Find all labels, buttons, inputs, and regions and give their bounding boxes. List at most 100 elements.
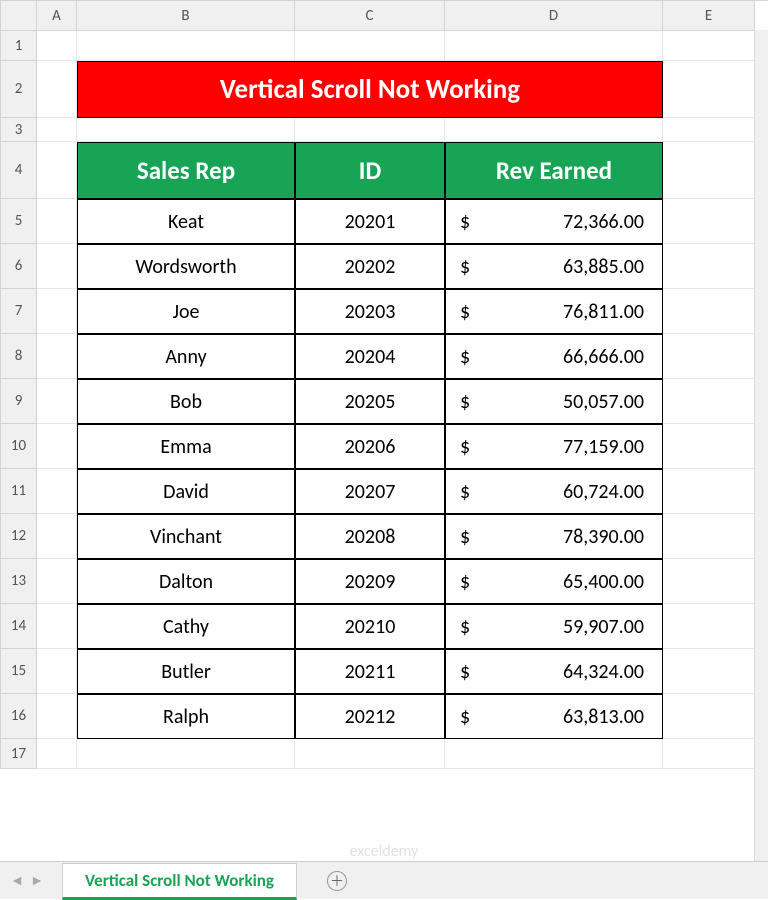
cell[interactable] — [37, 244, 77, 289]
cell[interactable] — [663, 199, 755, 244]
cell[interactable] — [37, 739, 77, 769]
cell-rep[interactable]: Emma — [77, 424, 295, 469]
cell-rev[interactable]: $65,400.00 — [445, 559, 663, 604]
row-header[interactable]: 2 — [1, 61, 37, 118]
cell[interactable] — [37, 334, 77, 379]
cell[interactable] — [37, 61, 77, 118]
cell-rev[interactable]: $63,885.00 — [445, 244, 663, 289]
cell[interactable] — [37, 289, 77, 334]
cell-id[interactable]: 20210 — [295, 604, 445, 649]
cell-rev[interactable]: $59,907.00 — [445, 604, 663, 649]
cell-rev[interactable]: $77,159.00 — [445, 424, 663, 469]
cell-id[interactable]: 20209 — [295, 559, 445, 604]
nav-prev-icon[interactable]: ◄ — [10, 872, 24, 889]
column-header[interactable]: A — [37, 1, 77, 31]
column-header[interactable]: C — [295, 1, 445, 31]
row-header[interactable]: 3 — [1, 118, 37, 142]
row-header[interactable]: 9 — [1, 379, 37, 424]
cell[interactable] — [77, 739, 295, 769]
cell-rev[interactable]: $72,366.00 — [445, 199, 663, 244]
cell-rep[interactable]: Anny — [77, 334, 295, 379]
select-all-corner[interactable] — [1, 1, 37, 31]
row-header[interactable]: 1 — [1, 31, 37, 61]
cell[interactable] — [37, 118, 77, 142]
cell-rep[interactable]: David — [77, 469, 295, 514]
cell[interactable] — [37, 424, 77, 469]
cell[interactable] — [663, 604, 755, 649]
cell-rep[interactable]: Dalton — [77, 559, 295, 604]
column-header[interactable]: E — [663, 1, 755, 31]
cell[interactable] — [37, 199, 77, 244]
cell[interactable] — [37, 649, 77, 694]
cell[interactable] — [663, 379, 755, 424]
nav-next-icon[interactable]: ► — [30, 872, 44, 889]
cell-id[interactable]: 20212 — [295, 694, 445, 739]
cell-rep[interactable]: Vinchant — [77, 514, 295, 559]
cell[interactable] — [663, 289, 755, 334]
cell-rep[interactable]: Cathy — [77, 604, 295, 649]
cell[interactable] — [663, 469, 755, 514]
cell-id[interactable]: 20204 — [295, 334, 445, 379]
row-header[interactable]: 10 — [1, 424, 37, 469]
cell[interactable] — [37, 379, 77, 424]
cell-rev[interactable]: $50,057.00 — [445, 379, 663, 424]
cell[interactable] — [445, 31, 663, 61]
row-header[interactable]: 13 — [1, 559, 37, 604]
row-header[interactable]: 7 — [1, 289, 37, 334]
cell[interactable] — [663, 244, 755, 289]
spreadsheet-grid[interactable]: ABCDE12Vertical Scroll Not Working34Sale… — [0, 0, 768, 769]
cell-rev[interactable]: $63,813.00 — [445, 694, 663, 739]
cell[interactable] — [295, 739, 445, 769]
row-header[interactable]: 8 — [1, 334, 37, 379]
cell-rev[interactable]: $66,666.00 — [445, 334, 663, 379]
cell[interactable] — [663, 61, 755, 118]
cell[interactable] — [37, 469, 77, 514]
cell[interactable] — [37, 604, 77, 649]
row-header[interactable]: 4 — [1, 142, 37, 199]
cell[interactable] — [663, 424, 755, 469]
cell-rev[interactable]: $76,811.00 — [445, 289, 663, 334]
cell[interactable] — [77, 118, 295, 142]
cell-id[interactable]: 20206 — [295, 424, 445, 469]
cell[interactable] — [37, 31, 77, 61]
cell[interactable] — [663, 118, 755, 142]
cell[interactable] — [37, 142, 77, 199]
cell-rep[interactable]: Joe — [77, 289, 295, 334]
row-header[interactable]: 15 — [1, 649, 37, 694]
cell-id[interactable]: 20202 — [295, 244, 445, 289]
cell-rep[interactable]: Butler — [77, 649, 295, 694]
vertical-scrollbar[interactable] — [754, 30, 768, 861]
cell[interactable] — [663, 649, 755, 694]
row-header[interactable]: 17 — [1, 739, 37, 769]
cell-id[interactable]: 20201 — [295, 199, 445, 244]
cell[interactable] — [445, 739, 663, 769]
cell[interactable] — [663, 514, 755, 559]
row-header[interactable]: 6 — [1, 244, 37, 289]
cell[interactable] — [663, 31, 755, 61]
cell[interactable] — [663, 559, 755, 604]
cell[interactable] — [295, 118, 445, 142]
cell-id[interactable]: 20208 — [295, 514, 445, 559]
cell-id[interactable]: 20203 — [295, 289, 445, 334]
row-header[interactable]: 12 — [1, 514, 37, 559]
cell[interactable] — [77, 31, 295, 61]
add-sheet-button[interactable]: ＋ — [327, 871, 347, 891]
cell[interactable] — [37, 694, 77, 739]
cell-rev[interactable]: $78,390.00 — [445, 514, 663, 559]
cell[interactable] — [37, 514, 77, 559]
column-header[interactable]: D — [445, 1, 663, 31]
row-header[interactable]: 11 — [1, 469, 37, 514]
cell[interactable] — [663, 739, 755, 769]
sheet-tab-active[interactable]: Vertical Scroll Not Working — [62, 863, 297, 900]
cell-id[interactable]: 20205 — [295, 379, 445, 424]
cell[interactable] — [663, 142, 755, 199]
cell[interactable] — [295, 31, 445, 61]
row-header[interactable]: 14 — [1, 604, 37, 649]
cell[interactable] — [663, 334, 755, 379]
row-header[interactable]: 5 — [1, 199, 37, 244]
cell[interactable] — [663, 694, 755, 739]
cell-rep[interactable]: Bob — [77, 379, 295, 424]
cell-rep[interactable]: Keat — [77, 199, 295, 244]
cell-rep[interactable]: Ralph — [77, 694, 295, 739]
cell-rev[interactable]: $64,324.00 — [445, 649, 663, 694]
